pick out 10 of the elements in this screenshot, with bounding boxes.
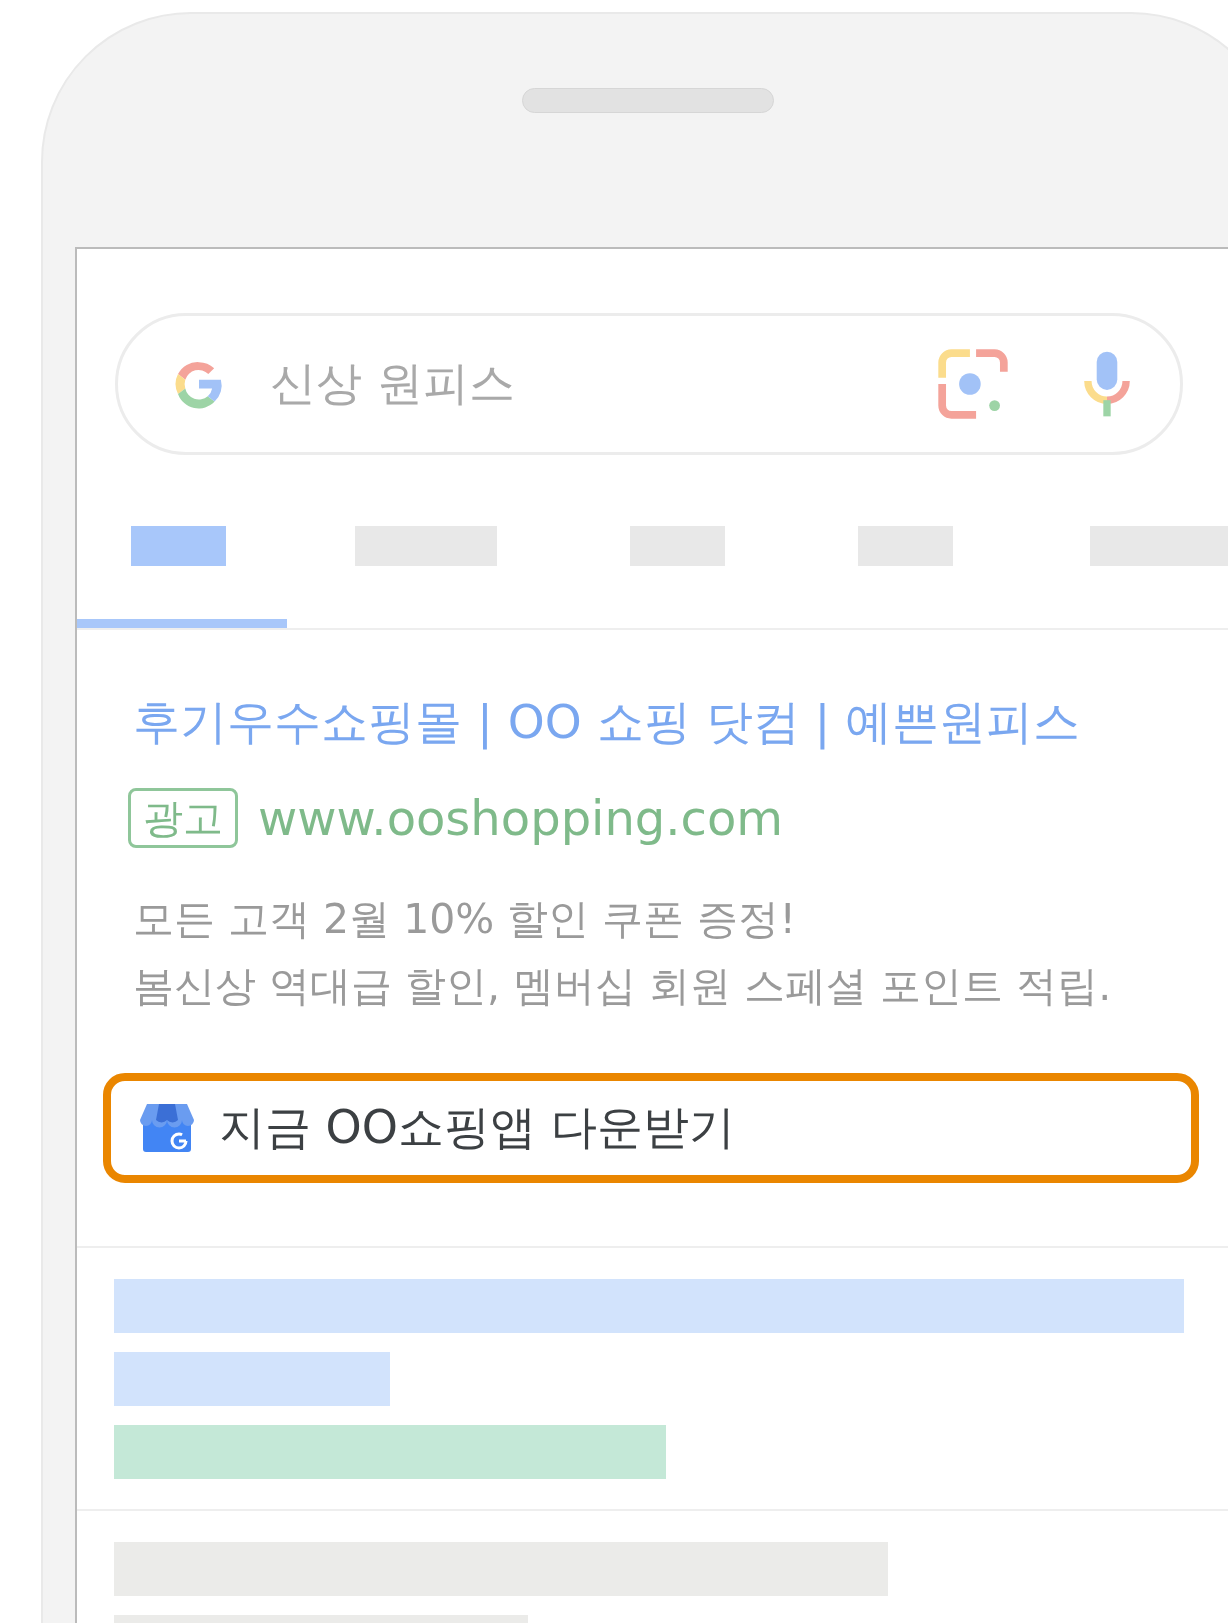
camera-lens-icon[interactable] <box>936 347 1010 421</box>
app-download-button[interactable]: 지금 OO쇼핑앱 다운받기 <box>103 1073 1199 1183</box>
store-icon <box>139 1103 195 1153</box>
ad-title-link[interactable]: 후기우수쇼핑몰 | OO 쇼핑 닷컴 | 예쁜원피스 <box>133 692 1228 752</box>
ad-description: 봄신상 역대급 할인, 멤버십 회원 스페셜 포인트 적립. <box>133 961 1113 1012</box>
search-bar[interactable]: 신상 원피스 <box>115 313 1183 455</box>
ad-label: 광고 <box>128 788 238 848</box>
ad-url[interactable]: www.ooshopping.com <box>258 788 784 848</box>
search-query[interactable]: 신상 원피스 <box>270 352 936 416</box>
ad-description: 모든 고객 2월 10% 할인 쿠폰 증정! <box>133 894 797 945</box>
